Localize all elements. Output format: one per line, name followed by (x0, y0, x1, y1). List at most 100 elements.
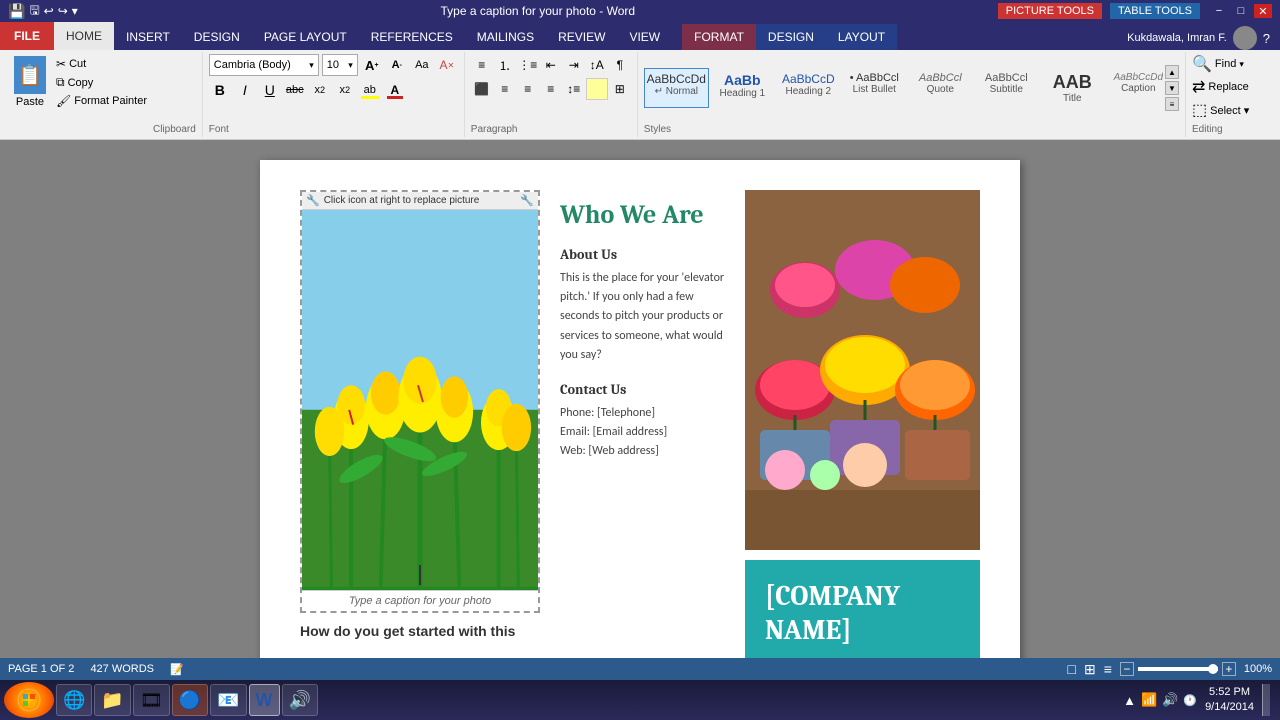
italic-button[interactable]: I (234, 79, 256, 101)
taskbar-word[interactable]: W (249, 684, 280, 716)
format-painter-button[interactable]: 🖌 Format Painter (54, 93, 149, 109)
change-case-button[interactable]: Aa (411, 54, 433, 76)
style-caption[interactable]: AaBbCcDd Caption (1106, 68, 1163, 108)
zoom-in-button[interactable]: + (1222, 662, 1236, 676)
find-arrow[interactable]: ▾ (1239, 59, 1244, 70)
find-button[interactable]: 🔍 Find ▾ (1192, 54, 1270, 74)
style-heading2[interactable]: AaBbCcD Heading 2 (776, 68, 841, 108)
tab-layout[interactable]: LAYOUT (826, 24, 897, 50)
ribbon: 📋 Paste ✂ Cut ⧉ Copy 🖌 Format Painter Cl… (0, 50, 1280, 140)
style-title[interactable]: AAB Title (1040, 68, 1105, 108)
font-name-dropdown[interactable]: Cambria (Body) ▾ (209, 54, 319, 76)
cut-button[interactable]: ✂ Cut (54, 56, 149, 72)
grow-font-button[interactable]: A+ (361, 54, 383, 76)
editing-label: Editing (1192, 122, 1270, 135)
photo-container[interactable]: 🔧 Click icon at right to replace picture… (300, 190, 540, 613)
style-caption-preview: AaBbCcDd (1114, 72, 1163, 83)
superscript-button[interactable]: x2 (334, 79, 356, 101)
paste-button[interactable]: 📋 Paste (10, 54, 50, 110)
tab-design2[interactable]: DESIGN (756, 24, 826, 50)
taskbar-browser2[interactable]: 🔵 (172, 684, 208, 716)
title-bar: 💾 🖫 ↩ ↪ ▾ Type a caption for your photo … (0, 0, 1280, 22)
sort-button[interactable]: ↕A (586, 54, 608, 76)
minimize-btn[interactable]: − (1210, 4, 1228, 18)
bold-button[interactable]: B (209, 79, 231, 101)
view-web-icon[interactable]: ≡ (1104, 661, 1112, 677)
window-controls[interactable]: − □ ✕ (1210, 4, 1272, 18)
shrink-font-button[interactable]: A- (386, 54, 408, 76)
bullets-button[interactable]: ≡ (471, 54, 493, 76)
font-name-arrow[interactable]: ▾ (309, 60, 314, 71)
taskbar-explorer[interactable]: 📁 (94, 684, 130, 716)
tab-insert[interactable]: INSERT (114, 24, 182, 50)
start-button[interactable] (4, 682, 54, 718)
tab-review[interactable]: REVIEW (546, 24, 617, 50)
zoom-track[interactable] (1138, 667, 1218, 671)
decrease-indent-button[interactable]: ⇤ (540, 54, 562, 76)
align-center-button[interactable]: ≡ (494, 78, 516, 100)
tray-volume[interactable]: 🔊 (1162, 692, 1178, 708)
increase-indent-button[interactable]: ⇥ (563, 54, 585, 76)
tab-file[interactable]: FILE (0, 22, 54, 50)
clear-format-button[interactable]: A✕ (436, 54, 458, 76)
font-size-dropdown[interactable]: 10 ▾ (322, 54, 358, 76)
styles-scroll-up[interactable]: ▲ (1165, 65, 1179, 79)
numbering-button[interactable]: ⒈ (494, 54, 516, 76)
tab-mailings[interactable]: MAILINGS (465, 24, 546, 50)
clock[interactable]: 5:52 PM 9/14/2014 (1205, 685, 1254, 716)
close-btn[interactable]: ✕ (1254, 4, 1272, 18)
tray-arrow[interactable]: ▲ (1123, 693, 1136, 708)
styles-scroll-down[interactable]: ▼ (1165, 81, 1179, 95)
font-color-button[interactable]: A (384, 79, 406, 101)
title-bar-left: 💾 🖫 ↩ ↪ ▾ (8, 1, 78, 22)
shading-button[interactable] (586, 78, 608, 100)
paste-label: Paste (16, 96, 44, 108)
taskbar-ie[interactable]: 🌐 (56, 684, 92, 716)
style-quote[interactable]: AaBbCcl Quote (908, 68, 973, 108)
copy-button[interactable]: ⧉ Copy (54, 74, 149, 91)
taskbar-app7[interactable]: 🔊 (282, 684, 318, 716)
taskbar-media[interactable]: 🎞 (133, 684, 170, 716)
style-list-bullet[interactable]: • AaBbCcl List Bullet (842, 68, 907, 108)
strikethrough-button[interactable]: abc (284, 79, 306, 101)
show-desktop-button[interactable] (1262, 684, 1270, 716)
align-left-button[interactable]: ⬛ (471, 78, 493, 100)
tab-home[interactable]: HOME (54, 22, 114, 50)
style-heading1[interactable]: AaBb Heading 1 (710, 68, 775, 108)
tab-format[interactable]: FORMAT (682, 24, 756, 50)
copy-label: Copy (68, 77, 94, 89)
maximize-btn[interactable]: □ (1232, 4, 1250, 18)
tab-page-layout[interactable]: PAGE LAYOUT (252, 24, 359, 50)
line-spacing-button[interactable]: ↕≡ (563, 78, 585, 100)
underline-button[interactable]: U (259, 79, 281, 101)
format-painter-icon: 🖌 (56, 94, 71, 108)
multilevel-button[interactable]: ⋮≡ (517, 54, 539, 76)
tab-view[interactable]: VIEW (617, 24, 672, 50)
style-normal-label: ↵ Normal (655, 86, 698, 97)
find-icon: 🔍 (1192, 54, 1212, 74)
align-right-button[interactable]: ≡ (517, 78, 539, 100)
document-area[interactable]: [COMPANY NAME] 🔧 Click icon at right to … (0, 140, 1280, 658)
borders-button[interactable]: ⊞ (609, 78, 631, 100)
view-full-icon[interactable]: ⊞ (1084, 661, 1096, 678)
tab-references[interactable]: REFERENCES (359, 24, 465, 50)
photo-caption[interactable]: Type a caption for your photo (302, 590, 538, 611)
style-subtitle[interactable]: AaBbCcl Subtitle (974, 68, 1039, 108)
replace-button[interactable]: ⇄ Replace (1192, 77, 1270, 97)
taskbar-outlook[interactable]: 📧 (210, 684, 246, 716)
help-icon[interactable]: ? (1263, 31, 1270, 46)
zoom-out-button[interactable]: − (1120, 662, 1134, 676)
subscript-button[interactable]: x2 (309, 79, 331, 101)
style-normal[interactable]: AaBbCcDd ↵ Normal (644, 68, 709, 108)
tab-design[interactable]: DESIGN (182, 24, 252, 50)
view-print-icon[interactable]: □ (1067, 661, 1075, 677)
text-highlight-button[interactable]: ab (359, 79, 381, 101)
show-hide-button[interactable]: ¶ (609, 54, 631, 76)
font-size-arrow[interactable]: ▾ (348, 60, 353, 71)
zoom-thumb[interactable] (1208, 664, 1218, 674)
styles-expand[interactable]: ≡ (1165, 97, 1179, 111)
justify-button[interactable]: ≡ (540, 78, 562, 100)
select-button[interactable]: ⬚ Select ▾ (1192, 100, 1270, 120)
tray-network[interactable]: 📶 (1141, 692, 1157, 708)
picture-tools-tab: PICTURE TOOLS (998, 3, 1102, 19)
